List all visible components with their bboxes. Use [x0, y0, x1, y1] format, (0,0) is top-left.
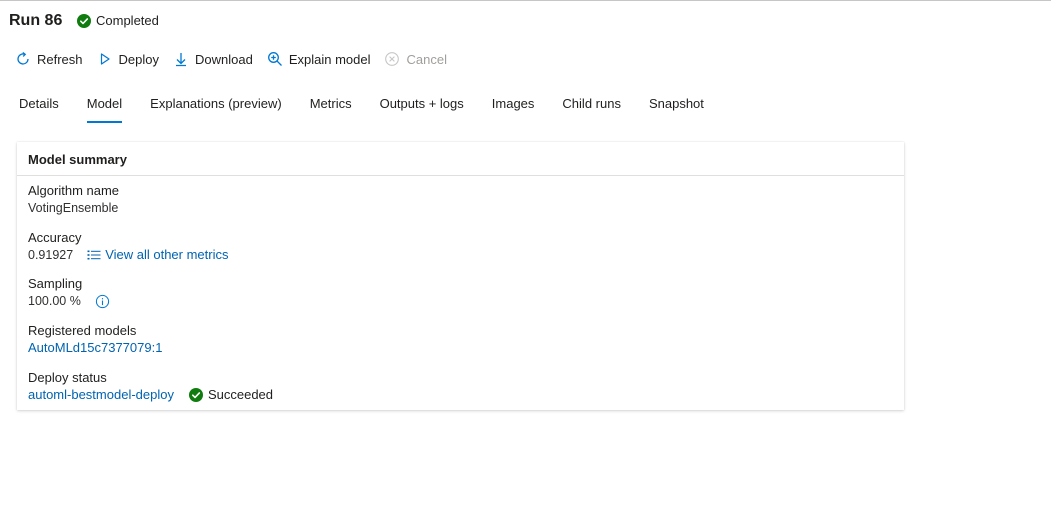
refresh-button[interactable]: Refresh — [15, 51, 83, 67]
zoom-in-icon — [267, 52, 282, 66]
explain-model-button[interactable]: Explain model — [267, 51, 371, 67]
tab-explanations[interactable]: Explanations (preview) — [150, 96, 282, 121]
accuracy-value: 0.91927 — [28, 248, 74, 262]
refresh-label: Refresh — [37, 51, 83, 67]
deploy-status-row: automl-bestmodel-deploy Succeeded — [28, 386, 273, 404]
page-title: Run 86 — [9, 12, 63, 29]
card-divider — [17, 175, 904, 176]
info-icon[interactable] — [95, 294, 110, 309]
toolbar: Refresh Deploy Download Explain model Ca… — [15, 49, 461, 69]
deploy-status-text: Succeeded — [207, 387, 274, 402]
deployment-link[interactable]: automl-bestmodel-deploy — [28, 386, 174, 404]
play-icon — [100, 53, 110, 65]
check-circle-icon — [188, 388, 203, 402]
registered-models-field: Registered models AutoMLd15c7377079:1 — [28, 322, 162, 357]
card-title: Model summary — [28, 152, 127, 167]
view-metrics-label: View all other metrics — [105, 247, 229, 262]
view-metrics-link[interactable]: View all other metrics — [87, 246, 229, 264]
sampling-label: Sampling — [28, 276, 83, 291]
sampling-value: 100.00 % — [28, 294, 81, 308]
deploy-succeeded-badge: Succeeded — [188, 386, 274, 404]
check-circle-icon — [77, 13, 91, 28]
tab-images[interactable]: Images — [492, 96, 535, 121]
status-text: Completed — [96, 13, 159, 28]
tab-model[interactable]: Model — [86, 96, 123, 123]
registered-models-row: AutoMLd15c7377079:1 — [28, 339, 162, 357]
download-button[interactable]: Download — [173, 51, 253, 67]
tab-metrics[interactable]: Metrics — [310, 96, 352, 121]
accuracy-label: Accuracy — [28, 230, 82, 245]
model-summary-card: Model summary Algorithm name VotingEnsem… — [17, 142, 904, 410]
top-divider — [0, 0, 1051, 1]
deploy-status-field: Deploy status automl-bestmodel-deploy Su… — [28, 369, 273, 404]
algorithm-label: Algorithm name — [28, 183, 120, 198]
refresh-icon — [17, 51, 29, 65]
tab-outputs-logs[interactable]: Outputs + logs — [380, 96, 464, 121]
tab-child-runs[interactable]: Child runs — [562, 96, 621, 121]
registered-model-link[interactable]: AutoMLd15c7377079:1 — [28, 339, 162, 357]
deploy-label: Deploy — [118, 51, 159, 67]
close-circle-icon — [385, 52, 400, 66]
accuracy-row: 0.91927 View all other metrics — [28, 246, 229, 264]
deploy-status-label: Deploy status — [28, 370, 107, 385]
deploy-button[interactable]: Deploy — [97, 51, 159, 67]
download-label: Download — [195, 51, 253, 67]
tab-snapshot[interactable]: Snapshot — [649, 96, 704, 121]
explain-model-label: Explain model — [288, 51, 371, 67]
algorithm-value: VotingEnsemble — [28, 201, 119, 215]
download-icon — [176, 53, 186, 67]
registered-models-label: Registered models — [28, 323, 137, 338]
tab-bar: Details Model Explanations (preview) Met… — [19, 96, 732, 123]
algorithm-field: Algorithm name VotingEnsemble — [28, 182, 119, 217]
sampling-row: 100.00 % — [28, 292, 110, 310]
tab-details[interactable]: Details — [19, 96, 59, 121]
cancel-label: Cancel — [406, 51, 447, 67]
list-icon — [87, 250, 101, 260]
run-status: Completed — [77, 13, 159, 28]
accuracy-field: Accuracy 0.91927 View all other metrics — [28, 229, 229, 264]
cancel-button[interactable]: Cancel — [384, 51, 447, 67]
run-page: Run 86 Completed Refresh Deploy Download… — [0, 0, 1051, 528]
sampling-field: Sampling 100.00 % — [28, 275, 110, 310]
